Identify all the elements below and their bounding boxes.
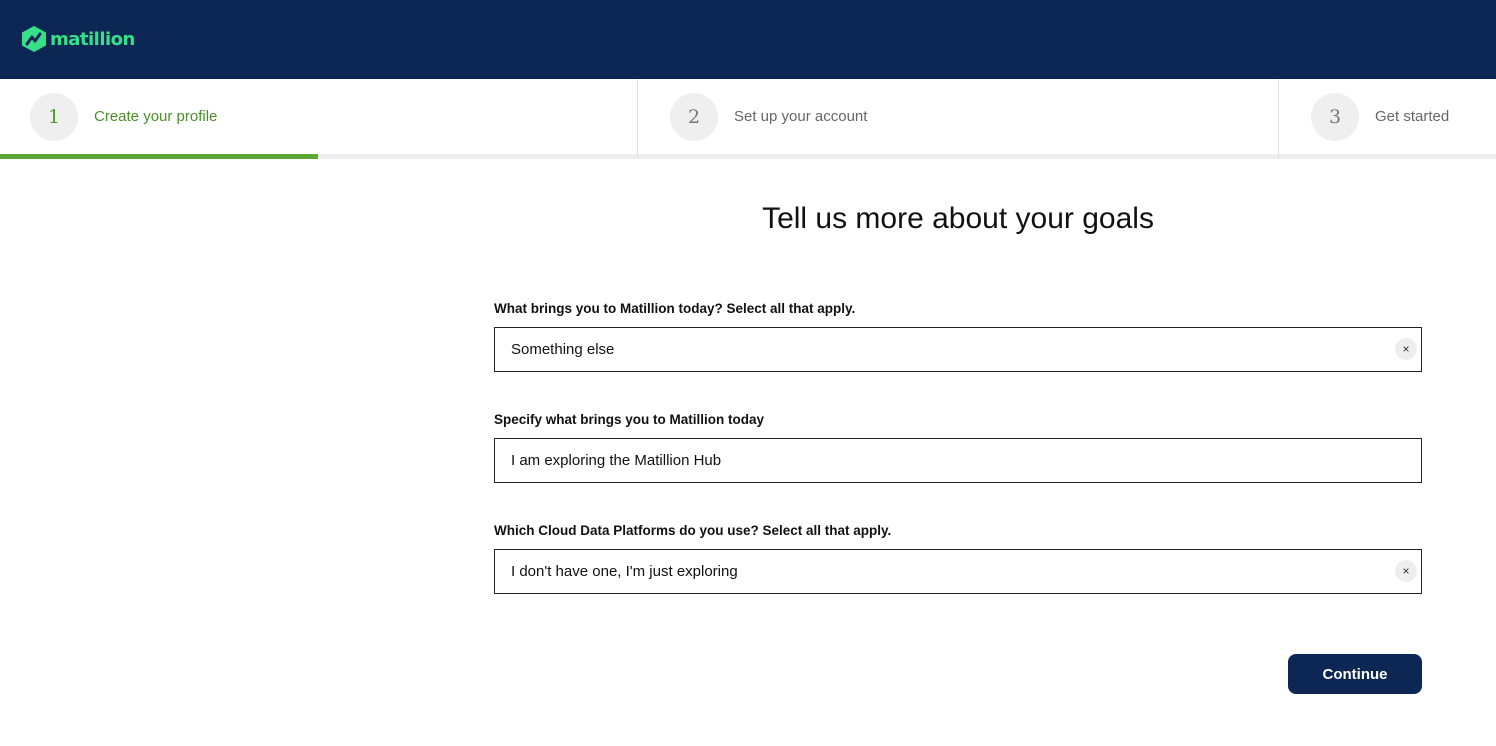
- specify-goals-value: I am exploring the Matillion Hub: [511, 452, 722, 469]
- page-title: Tell us more about your goals: [762, 202, 1154, 235]
- specify-goals-field-label: Specify what brings you to Matillion tod…: [494, 412, 765, 427]
- matillion-logo-icon: [22, 26, 46, 52]
- step-label-set-up-account: Set up your account: [734, 108, 868, 125]
- step-number-3: 3: [1311, 92, 1359, 141]
- step-number-1: 1: [30, 92, 78, 141]
- step-get-started: 3 Get started: [1311, 79, 1449, 154]
- step-label-create-profile: Create your profile: [94, 108, 218, 125]
- goals-selected-value: Something else: [511, 341, 615, 358]
- cloud-platforms-field-label: Which Cloud Data Platforms do you use? S…: [494, 523, 892, 538]
- step-label-get-started: Get started: [1375, 108, 1450, 125]
- goals-field-label: What brings you to Matillion today? Sele…: [494, 301, 856, 316]
- logo-wordmark: matillion: [50, 28, 135, 50]
- step-divider: [1278, 79, 1279, 158]
- clear-cloud-platforms-icon[interactable]: ×: [1395, 560, 1417, 582]
- step-set-up-account: 2 Set up your account: [670, 79, 867, 154]
- specify-goals-input[interactable]: I am exploring the Matillion Hub: [494, 438, 1422, 483]
- continue-button[interactable]: Continue: [1288, 654, 1422, 694]
- stepper-progress-bar: [0, 154, 318, 159]
- goals-multiselect[interactable]: Something else ×: [494, 327, 1422, 372]
- step-divider: [637, 79, 638, 158]
- matillion-logo[interactable]: matillion: [22, 26, 135, 52]
- clear-goals-icon[interactable]: ×: [1395, 338, 1417, 360]
- step-number-2: 2: [670, 92, 718, 141]
- step-create-profile: 1 Create your profile: [30, 79, 217, 154]
- cloud-platforms-multiselect[interactable]: I don't have one, I'm just exploring ×: [494, 549, 1422, 594]
- top-header-bar: matillion: [0, 0, 1496, 79]
- cloud-platforms-selected-value: I don't have one, I'm just exploring: [511, 563, 738, 580]
